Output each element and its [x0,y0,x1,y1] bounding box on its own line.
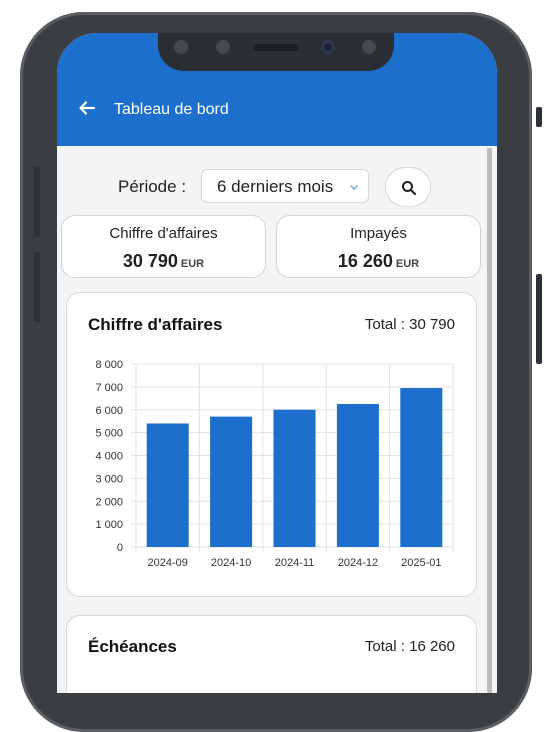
kpi-card-revenue[interactable]: Chiffre d'affaires 30 790 EUR [61,215,266,278]
kpi-card-unpaid[interactable]: Impayés 16 260 EUR [276,215,481,278]
camera-icon [321,40,335,54]
y-tick-label: 5 000 [95,428,123,440]
page-title: Tableau de bord [114,101,229,118]
kpi-value: 16 260 [337,251,393,271]
arrow-left-icon[interactable] [77,98,97,118]
chevron-down-icon [349,184,359,191]
y-tick-label: 8 000 [95,359,123,371]
side-button-top [536,107,542,127]
y-tick-label: 2 000 [95,496,123,508]
chart-bar [210,416,253,547]
power-button [536,274,542,364]
period-select-value: 6 derniers mois [217,177,334,196]
sensor-icon [174,40,188,54]
echeances-card: Échéances Total : 16 260 [66,615,477,693]
volume-up-button [34,167,40,237]
period-filter: Période : 6 derniers mois [57,167,497,207]
y-tick-label: 6 000 [95,405,123,417]
scrollbar-thumb[interactable] [487,148,492,693]
chart-bar [400,388,443,547]
x-tick-label: 2024-09 [148,557,188,569]
search-button[interactable] [385,167,431,207]
period-label: Période : [118,177,187,196]
phone-notch [158,33,394,71]
y-tick-label: 3 000 [95,473,123,485]
kpi-label: Chiffre d'affaires [109,225,218,242]
y-tick-label: 4 000 [95,451,123,463]
kpi-value: 30 790 [122,251,178,271]
card-title: Échéances [88,637,177,656]
x-tick-label: 2024-10 [211,557,251,569]
x-tick-label: 2024-11 [275,557,315,569]
chart-bar [146,423,189,547]
kpi-label: Impayés [350,225,407,242]
speaker-grille [254,44,298,51]
y-tick-label: 0 [117,542,123,554]
y-tick-label: 7 000 [95,382,123,394]
scrollbar[interactable] [487,148,492,693]
volume-down-button [34,252,40,322]
x-tick-label: 2024-12 [338,557,378,569]
sensor-icon [216,40,230,54]
period-select[interactable]: 6 derniers mois [201,169,369,203]
sensor-icon [362,40,376,54]
y-tick-label: 1 000 [95,519,123,531]
app-screen: Tableau de bord Période : 6 derniers moi… [57,33,497,693]
search-icon [402,181,417,196]
kpi-unit: EUR [395,258,420,270]
card-total: Total : 16 260 [364,638,455,655]
kpi-unit: EUR [180,258,205,270]
chart-bar [336,404,379,547]
revenue-bar-chart: 0 1 000 2 000 3 000 4 000 5 000 6 000 7 000 8 00… [95,359,454,569]
x-tick-label: 2025-01 [401,557,441,569]
revenue-chart-card: Chiffre d'affaires Total : 30 790 01 000… [66,292,477,597]
chart-bar [273,409,316,547]
